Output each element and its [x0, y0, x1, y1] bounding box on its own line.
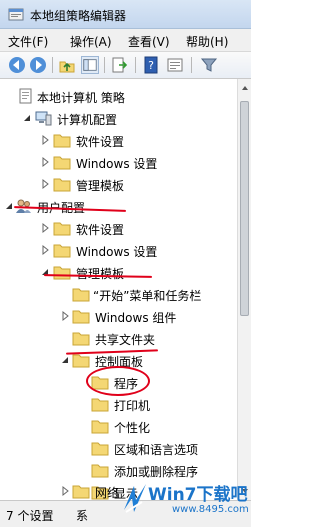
tree-item-user-admin[interactable]: 管理模板 — [0, 262, 237, 284]
tree-item-computer-config[interactable]: 计算机配置 — [0, 108, 237, 130]
toolbar-separator — [104, 57, 105, 73]
tree-item-personalization[interactable]: 个性化 — [0, 416, 237, 438]
filter-icon[interactable] — [200, 56, 218, 74]
tree-label: 网络 — [95, 486, 120, 500]
scroll-thumb[interactable] — [240, 101, 249, 316]
folder-icon — [53, 244, 71, 258]
expand-arrow-icon[interactable] — [39, 178, 51, 190]
tree-label-partial: 系 — [76, 509, 89, 523]
computer-icon — [35, 111, 52, 126]
menu-action[interactable]: 操作(A) — [70, 33, 112, 50]
tree-item-root[interactable]: 本地计算机 策略 — [0, 86, 237, 108]
tree-label: Windows 组件 — [95, 311, 177, 325]
menu-help[interactable]: 帮助(H) — [186, 33, 228, 50]
tree-item-start-menu[interactable]: “开始”菜单和任务栏 — [0, 284, 237, 306]
watermark-brand: Win7下载吧 — [148, 485, 248, 505]
folder-icon — [53, 222, 71, 236]
properties-icon[interactable] — [166, 56, 184, 74]
group-policy-app-icon — [8, 8, 24, 21]
annotation-circle-programs — [86, 366, 150, 396]
window-title: 本地组策略编辑器 — [30, 9, 127, 23]
expand-arrow-icon[interactable] — [39, 156, 51, 168]
tree-label: 计算机配置 — [57, 113, 118, 127]
status-text: 7 个设置 — [6, 509, 54, 523]
menu-bar: 文件(F) 操作(A) 查看(V) 帮助(H) — [0, 29, 251, 52]
win7-logo-icon — [124, 484, 146, 513]
expand-arrow-icon[interactable] — [39, 222, 51, 234]
tree-label: Windows 设置 — [76, 157, 158, 171]
title-bar[interactable]: 本地组策略编辑器 — [0, 0, 251, 29]
folder-icon — [91, 464, 109, 478]
export-list-icon[interactable] — [110, 56, 128, 74]
folder-icon — [72, 485, 90, 499]
tree-label: “开始”菜单和任务栏 — [93, 289, 202, 303]
folder-icon — [91, 398, 109, 412]
tree-label: 个性化 — [114, 421, 151, 435]
tree-label: 软件设置 — [76, 223, 125, 237]
collapse-arrow-icon[interactable] — [21, 112, 33, 124]
expand-arrow-icon[interactable] — [59, 485, 71, 497]
folder-icon — [53, 134, 71, 148]
tree-scrollbar[interactable] — [237, 79, 251, 500]
tree-item-user-software[interactable]: 软件设置 — [0, 218, 237, 240]
expand-arrow-icon[interactable] — [39, 134, 51, 146]
tree-label: 管理模板 — [76, 267, 125, 281]
policy-document-icon — [19, 88, 32, 104]
folder-icon — [91, 442, 109, 456]
folder-icon — [72, 310, 90, 324]
show-hide-tree-icon[interactable] — [81, 56, 99, 74]
folder-icon — [91, 420, 109, 434]
tree-item-computer-software[interactable]: 软件设置 — [0, 130, 237, 152]
tree-item-computer-admin[interactable]: 管理模板 — [0, 174, 237, 196]
folder-icon — [53, 156, 71, 170]
toolbar-separator — [191, 57, 192, 73]
tree-label: 共享文件夹 — [95, 333, 156, 347]
tree-item-printers[interactable]: 打印机 — [0, 394, 237, 416]
tree-label: 管理模板 — [76, 179, 125, 193]
tree-item-user-windows[interactable]: Windows 设置 — [0, 240, 237, 262]
tree-item-shared-folders[interactable]: 共享文件夹 — [0, 328, 237, 350]
watermark-url: www.8495.com — [172, 504, 249, 515]
watermark-logo: Win7下载吧 www.8495.com — [120, 478, 251, 526]
up-folder-icon[interactable] — [58, 56, 76, 74]
menu-view[interactable]: 查看(V) — [128, 33, 170, 50]
svg-text:?: ? — [148, 59, 154, 72]
folder-icon — [53, 266, 71, 280]
folder-icon — [72, 288, 90, 302]
policy-tree: 本地计算机 策略 计算机配置 软件设置 Windows 设置 管理模板 软件设置… — [0, 79, 237, 500]
tree-label: 打印机 — [114, 399, 151, 413]
collapse-arrow-icon[interactable] — [39, 266, 51, 278]
tree-item-computer-windows[interactable]: Windows 设置 — [0, 152, 237, 174]
toolbar: ? — [0, 52, 251, 79]
tree-label: 本地计算机 策略 — [37, 91, 125, 105]
expand-arrow-icon[interactable] — [59, 310, 71, 322]
folder-icon — [72, 332, 90, 346]
back-icon[interactable] — [8, 56, 26, 74]
menu-file[interactable]: 文件(F) — [8, 33, 48, 50]
collapse-arrow-icon[interactable] — [59, 354, 71, 366]
help-icon[interactable]: ? — [142, 56, 160, 74]
tree-label: Windows 设置 — [76, 245, 158, 259]
tree-label: 区域和语言选项 — [114, 443, 199, 457]
tree-item-windows-components[interactable]: Windows 组件 — [0, 306, 237, 328]
folder-icon — [53, 178, 71, 192]
scroll-up-arrow-icon[interactable] — [239, 81, 251, 95]
forward-icon[interactable] — [29, 56, 47, 74]
expand-arrow-icon[interactable] — [39, 244, 51, 256]
toolbar-separator — [135, 57, 136, 73]
tree-label: 软件设置 — [76, 135, 125, 149]
tree-item-regional[interactable]: 区域和语言选项 — [0, 438, 237, 460]
folder-icon — [72, 354, 90, 368]
toolbar-separator — [52, 57, 53, 73]
